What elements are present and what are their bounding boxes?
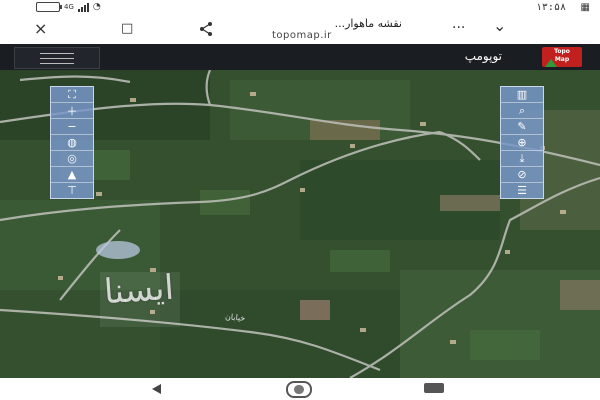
world-icon: ⊕ — [517, 136, 527, 149]
share-icon[interactable] — [198, 21, 214, 41]
back-icon[interactable] — [152, 384, 161, 394]
wifi-icon: ◔ — [92, 2, 101, 12]
download-button[interactable]: ⤓ — [501, 151, 543, 167]
hamburger-icon — [40, 52, 74, 64]
download-icon: ⤓ — [519, 151, 525, 165]
fullscreen-button[interactable]: ⛶ — [51, 87, 93, 103]
status-time: ۱۳:۵۸ — [535, 2, 566, 13]
logo-mountain-icon — [545, 59, 557, 67]
street-label: خیابان — [224, 312, 246, 323]
terrain-button[interactable]: ▲ — [51, 167, 93, 183]
location-button[interactable]: ◎ — [51, 151, 93, 167]
status-icons: 4G ◔ — [36, 2, 101, 12]
page-url[interactable]: topomap.ir — [272, 30, 332, 41]
settings-button[interactable]: ☰ — [501, 183, 543, 198]
search-button[interactable]: ⌕ — [501, 103, 543, 119]
home-icon[interactable] — [286, 381, 312, 398]
page-title: نقشه ماهوار... — [334, 17, 402, 30]
search-icon: ⌕ — [518, 103, 526, 117]
fullscreen-icon: ⛶ — [68, 87, 76, 101]
topomap-logo: Topo Map — [542, 47, 582, 67]
right-map-toolbar: ▥ ⌕ ✎ ⊕ ⤓ ⊘ ☰ — [500, 86, 544, 199]
minus-icon: − — [67, 120, 77, 133]
layers-button[interactable]: ▥ — [501, 87, 543, 103]
globe-button[interactable]: ◍ — [51, 135, 93, 151]
browser-bar: × □ نقشه ماهوار... topomap.ir ··· ⌄ — [0, 16, 600, 45]
sliders-icon: ☰ — [517, 184, 527, 197]
zoom-out-button[interactable]: − — [51, 119, 93, 135]
compass-icon: ⊘ — [517, 168, 527, 181]
world-button[interactable]: ⊕ — [501, 135, 543, 151]
more-icon[interactable]: ··· — [452, 21, 465, 35]
mountain-icon: ▲ — [67, 168, 77, 181]
watermark-logo: ایسنا — [102, 267, 176, 313]
plus-icon: ＋ — [66, 104, 78, 118]
left-map-toolbar: ⛶ ＋ − ◍ ◎ ▲ ⊤ — [50, 86, 94, 199]
signal-icon — [77, 2, 89, 12]
network-type-icon: 4G — [64, 3, 74, 11]
recent-apps-icon[interactable] — [424, 383, 444, 393]
status-bar: 4G ◔ ۱۳:۵۸ ▦ — [0, 0, 600, 16]
print-button[interactable]: ⊤ — [51, 183, 93, 198]
app-name: توپومپ — [464, 49, 502, 63]
pencil-icon: ✎ — [517, 120, 527, 133]
bookmark-icon[interactable]: □ — [121, 22, 133, 36]
menu-button[interactable] — [14, 47, 100, 69]
close-icon[interactable]: × — [34, 21, 47, 37]
map-layers-icon: ▥ — [516, 88, 528, 101]
globe-icon: ◍ — [67, 136, 77, 149]
expand-icon[interactable]: ⌄ — [493, 18, 506, 34]
draw-button[interactable]: ✎ — [501, 119, 543, 135]
app-header: توپومپ Topo Map — [0, 44, 600, 70]
notification-icon: ▦ — [580, 2, 590, 13]
satellite-map[interactable]: ⛶ ＋ − ◍ ◎ ▲ ⊤ ▥ ⌕ ✎ ⊕ ⤓ ⊘ ☰ ایسنا خیابان — [0, 70, 600, 378]
location-icon: ◎ — [67, 152, 77, 165]
battery-icon — [36, 2, 62, 12]
navigation-bar — [0, 378, 600, 400]
compass-button[interactable]: ⊘ — [501, 167, 543, 183]
zoom-in-button[interactable]: ＋ — [51, 103, 93, 119]
print-icon: ⊤ — [67, 184, 77, 197]
